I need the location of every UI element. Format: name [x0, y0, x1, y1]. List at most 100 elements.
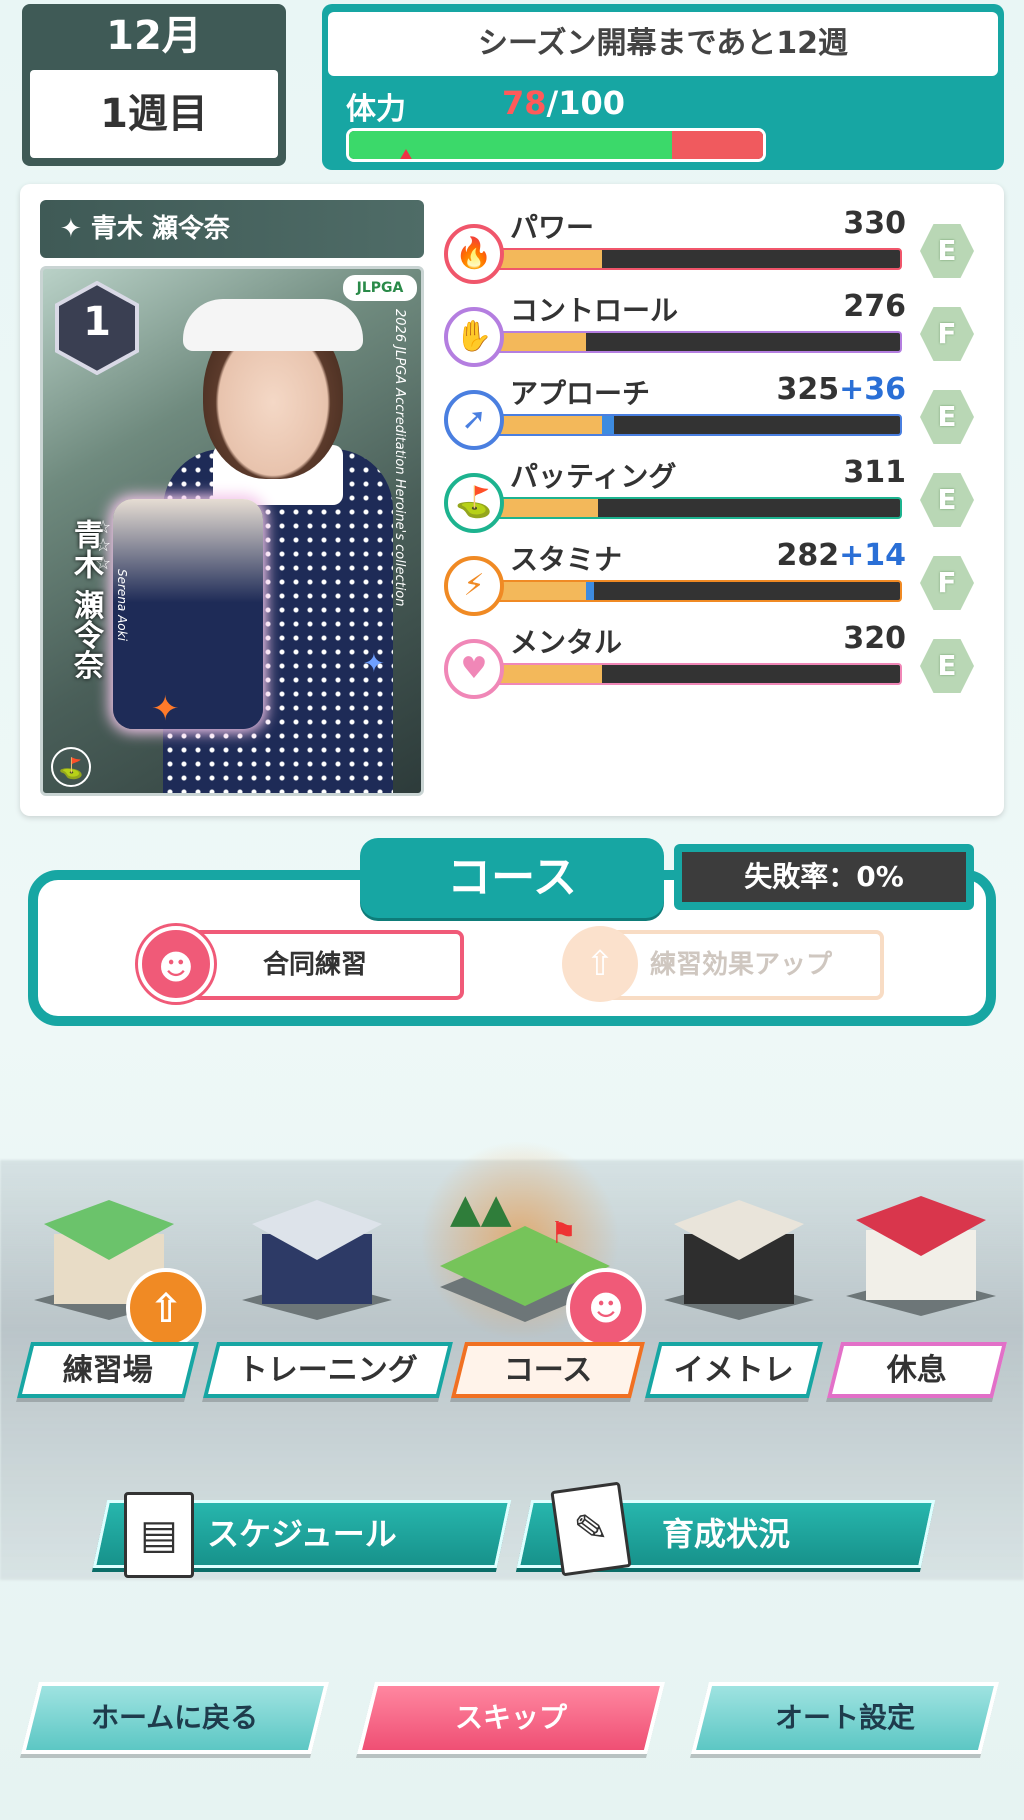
stat-bar-bonus: [585, 582, 594, 600]
calendar-icon: ▤: [124, 1492, 194, 1578]
stat-base-value: 325: [776, 372, 840, 407]
stat-label: パッティング: [510, 460, 677, 493]
facility-label: トレーニング: [237, 1353, 418, 1388]
stamina-bar-remaining: [671, 131, 763, 159]
grade-badge: E: [920, 473, 974, 527]
stat-bar-fill: [492, 416, 603, 434]
status-panel: ✦ 青木 瀬令奈 1 JLPGA 2026 JLPGA Accreditatio…: [20, 184, 1004, 816]
stat-bar: [490, 331, 902, 353]
image-training-building-icon[interactable]: [664, 1200, 814, 1320]
heart-icon: ♥: [444, 639, 504, 699]
stat-bar-fill: [492, 250, 603, 268]
stamina-current: 78: [502, 84, 547, 122]
player-card[interactable]: 1 JLPGA 2026 JLPGA Accreditation Heroine…: [40, 266, 424, 796]
fire-icon: 🔥: [444, 224, 504, 284]
grade-badge: E: [920, 224, 974, 278]
stat-bar-fill: [492, 499, 599, 517]
stamina-label: 体力: [346, 92, 406, 127]
facility-label: コース: [503, 1353, 593, 1388]
lightning-icon: ⚡: [444, 556, 504, 616]
grade-badge: F: [920, 556, 974, 610]
sparkle-icon: ✦: [60, 214, 91, 244]
stamina-max: /100: [546, 84, 626, 122]
stat-value: 330: [843, 206, 906, 241]
card-figure-visor: [183, 299, 363, 351]
stat-bar: [490, 248, 902, 270]
card-rank: 1: [83, 299, 111, 345]
stat-label: スタミナ: [510, 543, 623, 576]
stat-value: 320: [843, 621, 906, 656]
tree-icon: ▲▲: [450, 1186, 512, 1232]
home-label: ホームに戻る: [91, 1701, 259, 1734]
rest-house-icon[interactable]: [846, 1196, 996, 1316]
stat-row: ⛳ パッティング 311 E: [444, 455, 994, 541]
stamina-value: 78/100: [502, 84, 625, 122]
stat-base-value: 320: [843, 621, 906, 656]
stat-base-value: 282: [776, 538, 840, 573]
facility-button-practice-range[interactable]: 練習場: [17, 1342, 199, 1398]
home-button[interactable]: ホームに戻る: [21, 1682, 329, 1754]
course-title: コース: [360, 838, 664, 918]
stat-row: ⚡ スタミナ 282+14 F: [444, 538, 994, 624]
stat-label: パワー: [510, 211, 595, 244]
fail-rate-text: 失敗率：0%: [682, 852, 966, 902]
stamina-bar-fill: [349, 131, 672, 159]
stat-bar-fill: [492, 333, 586, 351]
stat-bar-fill: [492, 665, 603, 683]
grade-badge: F: [920, 307, 974, 361]
player-name: 青木 瀬令奈: [90, 214, 230, 244]
card-vertical-name: 青木 瀬令奈: [68, 519, 103, 680]
stat-bar: [490, 497, 902, 519]
season-stamina-panel: シーズン開幕まであと12週 体力 78/100: [322, 4, 1004, 170]
stat-bar: [490, 580, 902, 602]
training-building-icon[interactable]: [242, 1200, 392, 1320]
stat-label: アプローチ: [510, 377, 651, 410]
facility-button-training[interactable]: トレーニング: [203, 1342, 453, 1398]
auto-settings-button[interactable]: オート設定: [691, 1682, 999, 1754]
course-option-label: 合同練習: [262, 950, 367, 980]
stat-bar: [490, 414, 902, 436]
stat-value: 282+14: [776, 538, 906, 573]
stat-bar: [490, 663, 902, 685]
facility-label: 休息: [886, 1353, 947, 1388]
stat-value: 325+36: [776, 372, 906, 407]
grade-badge: E: [920, 390, 974, 444]
stat-bonus-value: +14: [839, 538, 906, 573]
golfer-emblem-icon: ⛳: [51, 747, 91, 787]
schedule-label: スケジュール: [207, 1515, 397, 1553]
stat-label: コントロール: [510, 294, 679, 327]
clipboard-icon: ✎: [550, 1481, 632, 1577]
stat-base-value: 311: [843, 455, 906, 490]
card-inset-photo: [113, 499, 263, 729]
skip-label: スキップ: [454, 1701, 567, 1734]
putting-icon: ⛳: [444, 473, 504, 533]
card-romaji-name: Serena Aoki: [115, 569, 129, 641]
facility-button-rest[interactable]: 休息: [827, 1342, 1007, 1398]
facility-button-course[interactable]: コース: [451, 1342, 645, 1398]
stat-row: ✋ コントロール 276 F: [444, 289, 994, 375]
season-countdown: シーズン開幕まであと12週: [328, 12, 998, 76]
facility-label: イメトレ: [673, 1353, 794, 1388]
date-box: 12月 1週目: [22, 4, 286, 166]
auto-settings-label: オート設定: [774, 1701, 915, 1734]
stat-label: メンタル: [510, 626, 623, 659]
arrow-up-icon: ⇧: [562, 926, 638, 1002]
level-up-badge-icon: ⇧: [126, 1268, 206, 1348]
stat-row: ➚ アプローチ 325+36 E: [444, 372, 994, 458]
skip-button[interactable]: スキップ: [357, 1682, 665, 1754]
golfer-silhouette-icon: ☻: [138, 926, 214, 1002]
week-label: 1週目: [30, 70, 278, 158]
month-label: 12月: [106, 13, 202, 59]
stat-bonus-value: +36: [839, 372, 906, 407]
facility-button-image-training[interactable]: イメトレ: [645, 1342, 823, 1398]
course-option-effect-up[interactable]: 練習効果アップ: [598, 930, 884, 1000]
stat-value: 311: [843, 455, 906, 490]
golfer-silhouette-icon: ☻: [566, 1268, 646, 1348]
sparkle-icon: ✦: [363, 649, 385, 679]
progress-label: 育成状況: [661, 1515, 790, 1553]
jlpga-badge: JLPGA: [343, 275, 417, 301]
stamina-marker-icon: [399, 149, 413, 159]
grade-badge: E: [920, 639, 974, 693]
stamina-bar: [346, 128, 766, 162]
stat-row: ♥ メンタル 320 E: [444, 621, 994, 707]
